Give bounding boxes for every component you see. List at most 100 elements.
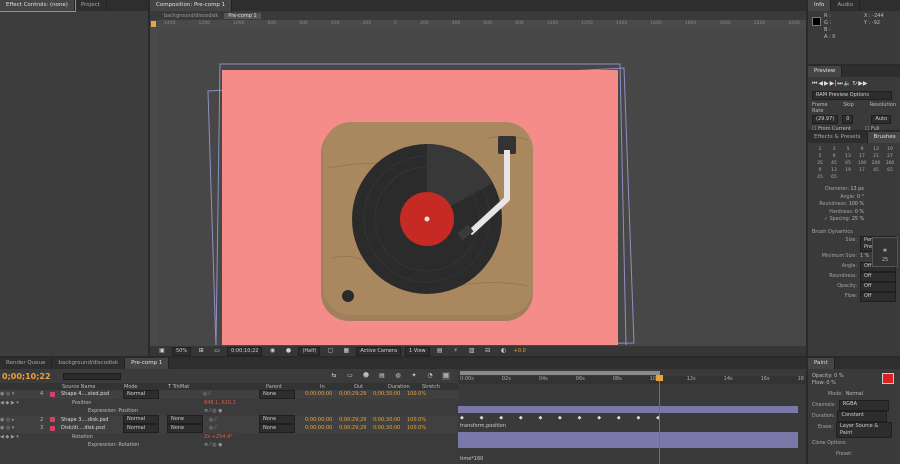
- frame-rate-dropdown[interactable]: (29.97): [812, 115, 839, 124]
- layer-bar[interactable]: [458, 432, 798, 440]
- brush-tip[interactable]: 13: [842, 154, 854, 159]
- brush-tip[interactable]: 13: [870, 147, 882, 152]
- keyframe-diamond[interactable]: ◆: [480, 415, 484, 422]
- dynamics-row[interactable]: Flow: Off: [812, 291, 896, 302]
- keyframe-diamond[interactable]: ◆: [597, 415, 601, 422]
- brush-tip[interactable]: 21: [870, 154, 882, 159]
- brush-tip[interactable]: 13: [828, 168, 840, 173]
- brush-tip[interactable]: 1: [814, 147, 826, 152]
- safe-zones-icon[interactable]: ⊞: [197, 347, 205, 355]
- brush-tip[interactable]: 17: [856, 168, 868, 173]
- mute-icon[interactable]: 🔈: [844, 80, 851, 88]
- layer-out[interactable]: 0;00;29;29: [339, 417, 373, 423]
- layer-duration[interactable]: 0;00;30;00: [373, 417, 407, 423]
- brush-tip[interactable]: 17: [856, 154, 868, 159]
- brush-tip[interactable]: 65: [842, 161, 854, 166]
- brush-tip[interactable]: 45: [828, 161, 840, 166]
- comp-mini-flowchart-icon[interactable]: ⇆: [330, 372, 338, 380]
- motion-blur-icon[interactable]: ◍: [394, 372, 402, 380]
- work-area-bar[interactable]: [460, 371, 660, 375]
- tab-info[interactable]: Info: [808, 0, 832, 11]
- layer-mode[interactable]: Normal: [123, 389, 159, 399]
- breadcrumb-background[interactable]: background/discodisk: [164, 13, 218, 19]
- ram-preview-icon[interactable]: ▶▶: [858, 80, 867, 88]
- mask-visibility-icon[interactable]: ▭: [213, 347, 221, 355]
- always-preview-icon[interactable]: ▣: [158, 347, 166, 355]
- loop-icon[interactable]: ↻: [852, 80, 857, 88]
- tab-render-queue[interactable]: Render Queue: [0, 358, 53, 369]
- brush-tip[interactable]: 35: [814, 161, 826, 166]
- brush-tip[interactable]: 3: [828, 147, 840, 152]
- tab-precomp[interactable]: Pre-comp 1: [125, 358, 170, 369]
- layer-row[interactable]: ◉ ◎ ▾ 4 Shape 4....sted.psd Normal ◎ ⁄ N…: [0, 389, 458, 399]
- foreground-color-swatch[interactable]: [882, 373, 894, 384]
- paint-mode-row[interactable]: Mode: Normal: [812, 389, 896, 400]
- header-source-name[interactable]: Source Name: [62, 384, 124, 390]
- layer-stretch[interactable]: 100.0%: [407, 391, 437, 397]
- layer-bar[interactable]: [458, 406, 798, 413]
- layer-in[interactable]: 0;00;00;00: [305, 425, 339, 431]
- property-value[interactable]: 848.1, 620.1: [204, 400, 236, 406]
- timeline-icon[interactable]: ▥: [468, 347, 476, 355]
- camera-dropdown[interactable]: Active Camera: [356, 346, 402, 356]
- keyframe-diamond[interactable]: ◆: [499, 415, 503, 422]
- layer-duration[interactable]: 0;00;30;00: [373, 425, 407, 431]
- expression-row[interactable]: Expression: Position ≡ ⁄ ◎ ◉: [0, 407, 458, 416]
- brainstorm-icon[interactable]: ✦: [410, 372, 418, 380]
- brush-tip[interactable]: 27: [884, 154, 896, 159]
- brush-tip[interactable]: 300: [884, 161, 896, 166]
- hide-shy-layers-icon[interactable]: ☻: [362, 372, 370, 380]
- next-frame-icon[interactable]: ▶|: [830, 80, 837, 88]
- layer-name[interactable]: Disk/di....disk.psd: [61, 425, 123, 431]
- draft-3d-icon[interactable]: ▭: [346, 372, 354, 380]
- zoom-dropdown[interactable]: 50%: [172, 346, 192, 356]
- tab-effects-presets[interactable]: Effects & Presets: [808, 132, 868, 143]
- dynamics-row[interactable]: Roundness: Off: [812, 271, 896, 282]
- header-mode[interactable]: Mode: [124, 384, 168, 390]
- keyframe-diamond[interactable]: ◆: [460, 415, 464, 422]
- resolution-dropdown[interactable]: Auto: [871, 115, 892, 124]
- tab-background-comp[interactable]: background/discodisk: [52, 358, 126, 369]
- header-stretch[interactable]: Stretch: [422, 384, 452, 390]
- brush-tip[interactable]: 9: [856, 147, 868, 152]
- keyframe-diamond[interactable]: ◆: [578, 415, 582, 422]
- brush-tip[interactable]: 100: [856, 161, 868, 166]
- layer-in[interactable]: 0;00;00;00: [305, 391, 339, 397]
- current-time-indicator[interactable]: [659, 375, 660, 464]
- keyframe-diamond[interactable]: ◆: [519, 415, 523, 422]
- brush-prop-row[interactable]: Roundness: 100 %: [812, 201, 864, 209]
- auto-keyframe-icon[interactable]: ◔: [426, 372, 434, 380]
- brush-prop-row[interactable]: Hardness: 0 %: [812, 209, 864, 217]
- brush-tip[interactable]: 5: [814, 154, 826, 159]
- brush-tip[interactable]: 45: [870, 168, 882, 173]
- brush-tip[interactable]: 9: [828, 154, 840, 159]
- brush-tip[interactable]: 65: [884, 168, 896, 173]
- tab-paint[interactable]: Paint: [808, 358, 835, 369]
- property-row[interactable]: ◀ ◆ ▶ ▾ Position 848.1, 620.1: [0, 398, 458, 407]
- composition-viewer[interactable]: [158, 28, 806, 345]
- brush-tip[interactable]: 45: [814, 175, 826, 180]
- header-duration[interactable]: Duration: [388, 384, 422, 390]
- show-channel-icon[interactable]: ●: [284, 347, 292, 355]
- brush-tip[interactable]: 200: [870, 161, 882, 166]
- keyframe-diamond[interactable]: ◆: [617, 415, 621, 422]
- header-trkmat[interactable]: T TrkMat: [168, 384, 266, 390]
- layer-out[interactable]: 0;00;29;29: [339, 425, 373, 431]
- layer-parent[interactable]: None: [259, 389, 295, 399]
- layer-stretch[interactable]: 100.0%: [407, 417, 437, 423]
- layer-out[interactable]: 0;00;29;29: [339, 391, 373, 397]
- region-of-interest-icon[interactable]: ▢: [326, 347, 334, 355]
- expression-text[interactable]: time*160: [460, 456, 483, 462]
- first-frame-icon[interactable]: ⏮: [812, 80, 817, 88]
- header-out[interactable]: Out: [354, 384, 388, 390]
- snapshot-icon[interactable]: ◉: [268, 347, 276, 355]
- resolution-dropdown[interactable]: (Half): [298, 346, 321, 356]
- fast-previews-icon[interactable]: ⚡: [452, 347, 460, 355]
- layer-mode[interactable]: Normal: [123, 423, 159, 433]
- brush-tip[interactable]: 19: [842, 168, 854, 173]
- last-frame-icon[interactable]: ⏭: [837, 80, 842, 88]
- layer-parent[interactable]: None: [259, 423, 295, 433]
- layer-row[interactable]: ◉ ◎ ▾ 3 Disk/di....disk.psd Normal None …: [0, 423, 458, 433]
- expression-text[interactable]: transform.position: [460, 423, 506, 429]
- tab-preview[interactable]: Preview: [808, 66, 843, 77]
